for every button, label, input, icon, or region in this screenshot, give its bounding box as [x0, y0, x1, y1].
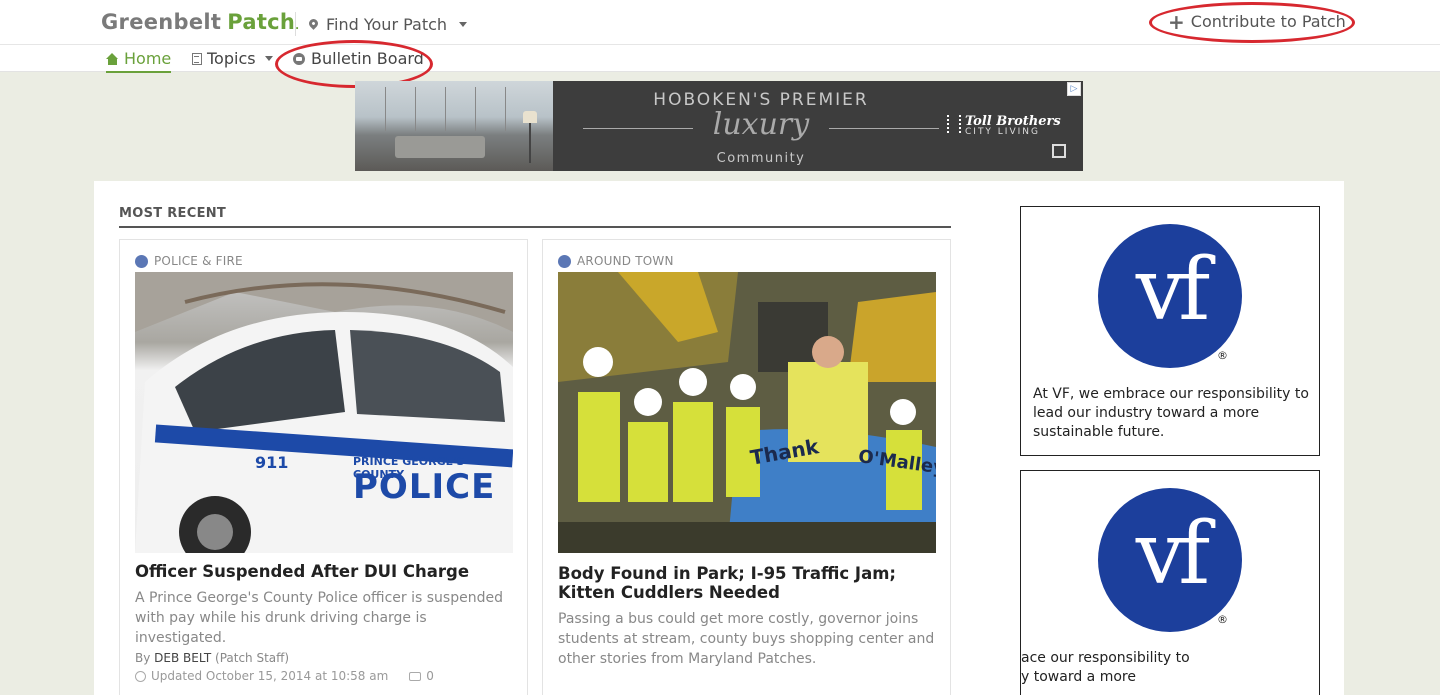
- section-title: MOST RECENT: [119, 206, 227, 221]
- article-title[interactable]: Body Found in Park; I-95 Traffic Jam; Ki…: [558, 564, 938, 602]
- find-label: Find Your Patch: [326, 15, 448, 34]
- header-divider: [295, 12, 296, 36]
- map-pin-icon: [307, 17, 320, 30]
- article-summary: Passing a bus could get more costly, gov…: [558, 611, 935, 667]
- nav-home[interactable]: Home: [106, 49, 172, 73]
- megaphone-icon: [293, 52, 305, 65]
- contribute-label: Contribute to Patch: [1190, 12, 1346, 31]
- comment-icon[interactable]: [409, 671, 422, 681]
- ad-interior-photo: [355, 81, 553, 171]
- chevron-down-icon: [264, 56, 273, 61]
- article-card[interactable]: AROUND TOWN Thank O'Malley Body Found in…: [542, 239, 951, 695]
- police-badge-icon: [135, 254, 148, 268]
- site-logo[interactable]: Greenbelt Patch.: [101, 10, 299, 34]
- ad-brand-sub: CITY LIVING: [965, 127, 1040, 137]
- section-divider: [119, 226, 951, 228]
- park-event-illustration: [558, 272, 936, 553]
- nav-topics-label: Topics: [207, 49, 256, 68]
- vf-logo: vf: [1098, 224, 1242, 368]
- nav-home-label: Home: [124, 49, 172, 68]
- main-panel: MOST RECENT POLICE & FIRE 911 PRINCE GEO…: [94, 181, 1344, 695]
- article-category[interactable]: POLICE & FIRE: [135, 254, 243, 268]
- document-icon: [192, 52, 202, 65]
- ad-script-text: luxury: [712, 107, 810, 142]
- article-image[interactable]: 911 PRINCE GEORGE'S COUNTY POLICE: [135, 272, 513, 553]
- brand-patch: Patch: [227, 10, 296, 34]
- sidebar-ad[interactable]: vf ® ace our responsibility to y toward …: [1020, 470, 1320, 695]
- updated-time: Updated October 15, 2014 at 10:58 am: [151, 669, 389, 683]
- nav-bulletin-board[interactable]: Bulletin Board: [293, 49, 424, 68]
- home-icon: [106, 52, 119, 65]
- clock-icon: [135, 670, 146, 682]
- article-meta: Updated October 15, 2014 at 10:58 am 0: [135, 669, 434, 683]
- ad-text: ace our responsibility to y toward a mor…: [1021, 650, 1190, 685]
- equal-housing-icon: [1052, 144, 1066, 158]
- chevron-down-icon: [459, 22, 468, 27]
- vf-logo: vf: [1098, 488, 1242, 632]
- registered-mark: ®: [1217, 349, 1228, 362]
- sidebar-ad[interactable]: vf ® At VF, we embrace our responsibilit…: [1020, 206, 1320, 456]
- car-unit-text: 911: [255, 453, 289, 472]
- town-hall-icon: [558, 254, 571, 268]
- adchoices-icon[interactable]: ▷: [1067, 82, 1081, 96]
- nav-bar: Home Topics Bulletin Board: [0, 45, 1440, 73]
- article-card[interactable]: POLICE & FIRE 911 PRINCE GEORGE'S COUNTY…: [119, 239, 528, 695]
- article-byline: By DEB BELT (Patch Staff): [135, 651, 290, 665]
- nav-topics-dropdown[interactable]: Topics: [192, 49, 273, 68]
- car-police-text: POLICE: [353, 467, 496, 507]
- article-title[interactable]: Officer Suspended After DUI Charge: [135, 562, 515, 581]
- registered-mark: ®: [1217, 613, 1228, 626]
- toll-brothers-logo-icon: [947, 115, 961, 133]
- author-link[interactable]: DEB BELT: [154, 651, 211, 665]
- top-bar: Greenbelt Patch. Find Your Patch + Contri…: [0, 0, 1440, 45]
- category-label: AROUND TOWN: [577, 254, 674, 268]
- article-summary: A Prince George's County Police officer …: [135, 590, 503, 646]
- comment-count[interactable]: 0: [426, 669, 434, 683]
- plus-icon: +: [1168, 9, 1185, 34]
- category-label: POLICE & FIRE: [154, 254, 243, 268]
- nav-bulletin-label: Bulletin Board: [311, 49, 424, 68]
- contribute-button[interactable]: + Contribute to Patch: [1168, 9, 1346, 34]
- banner-ad[interactable]: HOBOKEN'S PREMIER luxury Community Toll …: [355, 81, 1083, 171]
- police-car-illustration: [135, 272, 513, 553]
- article-category[interactable]: AROUND TOWN: [558, 254, 674, 268]
- ad-text: At VF, we embrace our responsibility to …: [1033, 386, 1309, 440]
- brand-town: Greenbelt: [101, 10, 222, 34]
- find-your-patch-dropdown[interactable]: Find Your Patch: [307, 15, 468, 34]
- article-image[interactable]: Thank O'Malley: [558, 272, 936, 553]
- ad-subtext: Community: [716, 151, 806, 166]
